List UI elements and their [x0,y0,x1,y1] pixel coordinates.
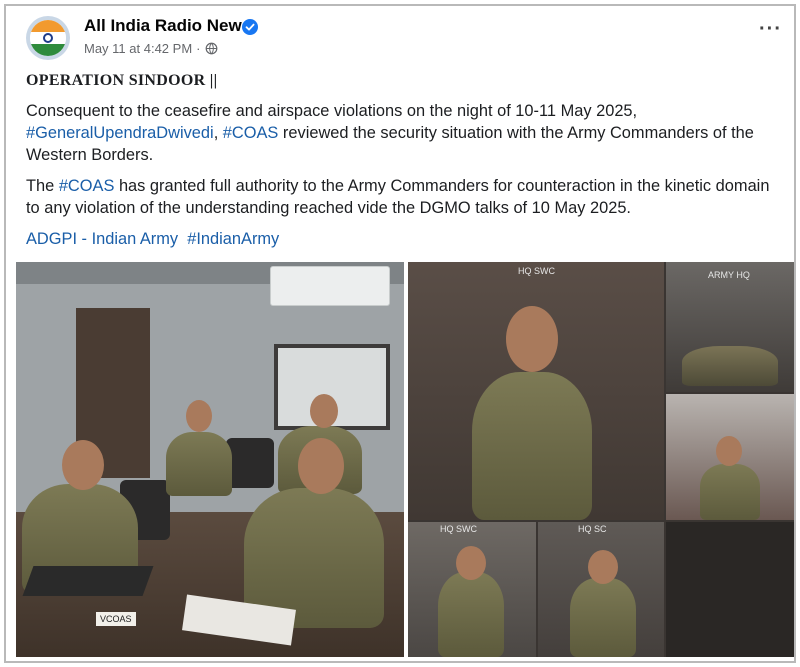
avatar[interactable] [26,16,70,60]
air-conditioner [270,266,390,306]
hashtag-link[interactable]: #GeneralUpendraDwivedi [26,124,214,142]
video-feed-army-hq [666,262,794,392]
video-feed-label: HQ SC [578,524,607,534]
video-feed-label: HQ SWC [440,524,477,534]
more-options-icon[interactable]: ··· [759,19,782,39]
page-name-link[interactable]: All India Radio News [84,16,251,36]
post-mentions: ADGPI - Indian Army #IndianArmy [26,228,786,250]
post-header: All India Radio News May 11 at 4:42 PM ·… [26,14,786,64]
timestamp-link[interactable]: May 11 at 4:42 PM [84,41,192,56]
video-feed-label: ARMY HQ [708,270,750,280]
video-feed-hq-sc [538,522,664,657]
photo-grid: VCOAS HQ SWC ARMY HQ HQ SWC HQ SC [16,262,794,657]
post-card: All India Radio News May 11 at 4:42 PM ·… [4,4,796,663]
video-feed-hq-swc [408,522,536,657]
laptop [22,566,154,596]
post-meta: May 11 at 4:42 PM · [84,41,218,56]
video-feed-command [666,394,794,520]
photo-video-conference[interactable]: HQ SWC ARMY HQ HQ SWC HQ SC [408,262,794,657]
paragraph-text: has granted full authority to the Army C… [26,177,770,217]
hashtag-link[interactable]: #COAS [223,124,279,142]
photo-meeting-room[interactable]: VCOAS [16,262,404,657]
officer-figure [166,432,232,496]
video-feed-blank [666,522,794,657]
globe-icon[interactable] [205,42,218,55]
post-body: OPERATION SINDOOR || Consequent to the c… [26,70,786,259]
meta-separator: · [196,41,201,56]
hashtag-link[interactable]: #IndianArmy [187,230,279,248]
nameplate-label: VCOAS [96,612,136,626]
post-paragraph-2: The #COAS has granted full authority to … [26,175,786,219]
verified-badge-icon [242,19,258,35]
paragraph-text: , [213,124,223,142]
hashtag-link[interactable]: #COAS [59,177,115,195]
video-feed-label: HQ SWC [518,266,555,276]
video-feed-main [408,262,664,520]
paragraph-text: Consequent to the ceasefire and airspace… [26,102,638,120]
post-paragraph-1: Consequent to the ceasefire and airspace… [26,100,786,166]
post-headline: OPERATION SINDOOR || [26,72,218,89]
india-flag-icon [30,20,66,56]
page-mention-link[interactable]: ADGPI - Indian Army [26,230,178,248]
paragraph-text: The [26,177,59,195]
